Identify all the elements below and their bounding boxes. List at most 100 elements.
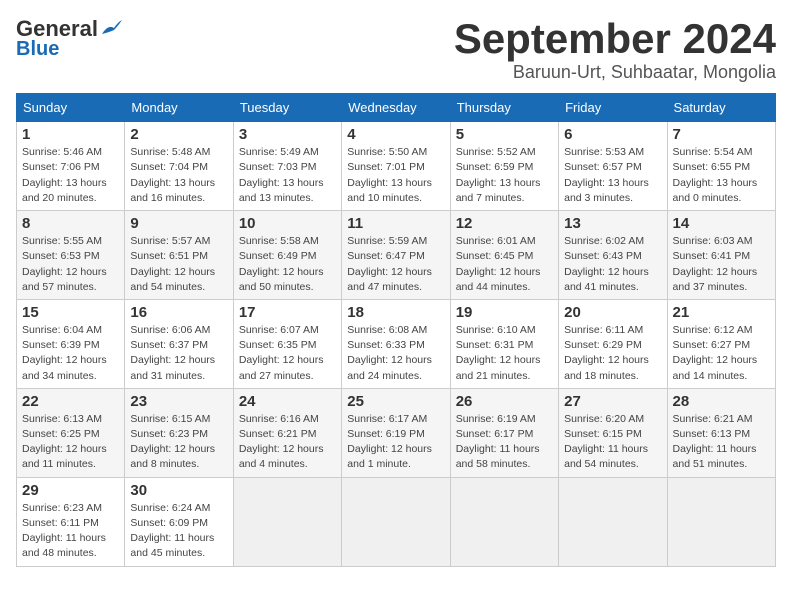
- day-detail: Sunrise: 5:58 AMSunset: 6:49 PMDaylight:…: [239, 234, 336, 295]
- day-number: 11: [347, 215, 444, 232]
- col-wednesday: Wednesday: [342, 94, 450, 122]
- day-detail: Sunrise: 6:11 AMSunset: 6:29 PMDaylight:…: [564, 323, 661, 384]
- day-detail: Sunrise: 6:04 AMSunset: 6:39 PMDaylight:…: [22, 323, 119, 384]
- day-detail: Sunrise: 6:24 AMSunset: 6:09 PMDaylight:…: [130, 501, 227, 562]
- day-number: 29: [22, 482, 119, 499]
- col-sunday: Sunday: [17, 94, 125, 122]
- calendar-cell: 1 Sunrise: 5:46 AMSunset: 7:06 PMDaylight…: [17, 122, 125, 211]
- calendar-cell: [233, 477, 341, 566]
- day-detail: Sunrise: 6:17 AMSunset: 6:19 PMDaylight:…: [347, 412, 444, 473]
- calendar-cell: 7 Sunrise: 5:54 AMSunset: 6:55 PMDaylight…: [667, 122, 775, 211]
- calendar-cell: 19 Sunrise: 6:10 AMSunset: 6:31 PMDayligh…: [450, 299, 558, 388]
- week-row-5: 29 Sunrise: 6:23 AMSunset: 6:11 PMDayligh…: [17, 477, 776, 566]
- logo-blue: Blue: [16, 38, 59, 61]
- day-number: 23: [130, 393, 227, 410]
- day-detail: Sunrise: 5:46 AMSunset: 7:06 PMDaylight:…: [22, 145, 119, 206]
- calendar-cell: 16 Sunrise: 6:06 AMSunset: 6:37 PMDayligh…: [125, 299, 233, 388]
- calendar-cell: 4 Sunrise: 5:50 AMSunset: 7:01 PMDaylight…: [342, 122, 450, 211]
- calendar-cell: 14 Sunrise: 6:03 AMSunset: 6:41 PMDayligh…: [667, 211, 775, 300]
- header-row: Sunday Monday Tuesday Wednesday Thursday…: [17, 94, 776, 122]
- day-number: 13: [564, 215, 661, 232]
- calendar-cell: 17 Sunrise: 6:07 AMSunset: 6:35 PMDayligh…: [233, 299, 341, 388]
- logo-bird-icon: [100, 20, 122, 38]
- day-detail: Sunrise: 6:01 AMSunset: 6:45 PMDaylight:…: [456, 234, 553, 295]
- day-detail: Sunrise: 5:52 AMSunset: 6:59 PMDaylight:…: [456, 145, 553, 206]
- day-number: 7: [673, 126, 770, 143]
- col-monday: Monday: [125, 94, 233, 122]
- week-row-3: 15 Sunrise: 6:04 AMSunset: 6:39 PMDayligh…: [17, 299, 776, 388]
- day-number: 24: [239, 393, 336, 410]
- col-tuesday: Tuesday: [233, 94, 341, 122]
- day-number: 9: [130, 215, 227, 232]
- calendar-cell: 20 Sunrise: 6:11 AMSunset: 6:29 PMDayligh…: [559, 299, 667, 388]
- day-detail: Sunrise: 6:02 AMSunset: 6:43 PMDaylight:…: [564, 234, 661, 295]
- calendar-cell: 9 Sunrise: 5:57 AMSunset: 6:51 PMDaylight…: [125, 211, 233, 300]
- page-header: General Blue September 2024 Baruun-Urt, …: [16, 16, 776, 83]
- day-number: 5: [456, 126, 553, 143]
- col-friday: Friday: [559, 94, 667, 122]
- day-number: 12: [456, 215, 553, 232]
- calendar-cell: 5 Sunrise: 5:52 AMSunset: 6:59 PMDaylight…: [450, 122, 558, 211]
- day-number: 15: [22, 304, 119, 321]
- week-row-1: 1 Sunrise: 5:46 AMSunset: 7:06 PMDaylight…: [17, 122, 776, 211]
- calendar-cell: 21Sunrise: 6:12 AMSunset: 6:27 PMDayligh…: [667, 299, 775, 388]
- day-detail: Sunrise: 6:03 AMSunset: 6:41 PMDaylight:…: [673, 234, 770, 295]
- day-number: 22: [22, 393, 119, 410]
- day-number: 4: [347, 126, 444, 143]
- day-number: 14: [673, 215, 770, 232]
- week-row-4: 22 Sunrise: 6:13 AMSunset: 6:25 PMDayligh…: [17, 388, 776, 477]
- calendar-cell: 23 Sunrise: 6:15 AMSunset: 6:23 PMDayligh…: [125, 388, 233, 477]
- day-detail: Sunrise: 6:08 AMSunset: 6:33 PMDaylight:…: [347, 323, 444, 384]
- calendar-cell: 24Sunrise: 6:16 AMSunset: 6:21 PMDayligh…: [233, 388, 341, 477]
- day-detail: Sunrise: 6:12 AMSunset: 6:27 PMDaylight:…: [673, 323, 770, 384]
- day-detail: Sunrise: 5:49 AMSunset: 7:03 PMDaylight:…: [239, 145, 336, 206]
- day-detail: Sunrise: 6:15 AMSunset: 6:23 PMDaylight:…: [130, 412, 227, 473]
- logo: General Blue: [16, 16, 122, 61]
- day-number: 16: [130, 304, 227, 321]
- calendar-cell: 11 Sunrise: 5:59 AMSunset: 6:47 PMDayligh…: [342, 211, 450, 300]
- calendar-cell: 12 Sunrise: 6:01 AMSunset: 6:45 PMDayligh…: [450, 211, 558, 300]
- calendar-cell: 6 Sunrise: 5:53 AMSunset: 6:57 PMDaylight…: [559, 122, 667, 211]
- calendar-cell: [559, 477, 667, 566]
- day-number: 20: [564, 304, 661, 321]
- day-detail: Sunrise: 5:53 AMSunset: 6:57 PMDaylight:…: [564, 145, 661, 206]
- day-number: 10: [239, 215, 336, 232]
- calendar-cell: 13 Sunrise: 6:02 AMSunset: 6:43 PMDayligh…: [559, 211, 667, 300]
- month-title: September 2024: [454, 16, 776, 62]
- day-number: 6: [564, 126, 661, 143]
- day-number: 1: [22, 126, 119, 143]
- col-saturday: Saturday: [667, 94, 775, 122]
- day-detail: Sunrise: 5:59 AMSunset: 6:47 PMDaylight:…: [347, 234, 444, 295]
- calendar-cell: 29 Sunrise: 6:23 AMSunset: 6:11 PMDayligh…: [17, 477, 125, 566]
- day-detail: Sunrise: 5:48 AMSunset: 7:04 PMDaylight:…: [130, 145, 227, 206]
- day-number: 8: [22, 215, 119, 232]
- day-detail: Sunrise: 6:13 AMSunset: 6:25 PMDaylight:…: [22, 412, 119, 473]
- calendar-cell: 8Sunrise: 5:55 AMSunset: 6:53 PMDaylight…: [17, 211, 125, 300]
- calendar-cell: 18 Sunrise: 6:08 AMSunset: 6:33 PMDayligh…: [342, 299, 450, 388]
- day-detail: Sunrise: 6:10 AMSunset: 6:31 PMDaylight:…: [456, 323, 553, 384]
- day-number: 17: [239, 304, 336, 321]
- day-number: 19: [456, 304, 553, 321]
- day-detail: Sunrise: 5:57 AMSunset: 6:51 PMDaylight:…: [130, 234, 227, 295]
- day-detail: Sunrise: 6:23 AMSunset: 6:11 PMDaylight:…: [22, 501, 119, 562]
- day-number: 30: [130, 482, 227, 499]
- week-row-2: 8Sunrise: 5:55 AMSunset: 6:53 PMDaylight…: [17, 211, 776, 300]
- calendar-cell: 22 Sunrise: 6:13 AMSunset: 6:25 PMDayligh…: [17, 388, 125, 477]
- day-number: 18: [347, 304, 444, 321]
- calendar-cell: 15 Sunrise: 6:04 AMSunset: 6:39 PMDayligh…: [17, 299, 125, 388]
- calendar-cell: 27Sunrise: 6:20 AMSunset: 6:15 PMDayligh…: [559, 388, 667, 477]
- calendar-cell: 3 Sunrise: 5:49 AMSunset: 7:03 PMDaylight…: [233, 122, 341, 211]
- day-detail: Sunrise: 6:07 AMSunset: 6:35 PMDaylight:…: [239, 323, 336, 384]
- day-detail: Sunrise: 6:06 AMSunset: 6:37 PMDaylight:…: [130, 323, 227, 384]
- day-number: 3: [239, 126, 336, 143]
- calendar-cell: 10 Sunrise: 5:58 AMSunset: 6:49 PMDayligh…: [233, 211, 341, 300]
- day-number: 2: [130, 126, 227, 143]
- day-number: 27: [564, 393, 661, 410]
- day-detail: Sunrise: 5:50 AMSunset: 7:01 PMDaylight:…: [347, 145, 444, 206]
- calendar-cell: [667, 477, 775, 566]
- day-number: 28: [673, 393, 770, 410]
- day-detail: Sunrise: 6:21 AMSunset: 6:13 PMDaylight:…: [673, 412, 770, 473]
- day-detail: Sunrise: 5:54 AMSunset: 6:55 PMDaylight:…: [673, 145, 770, 206]
- day-number: 25: [347, 393, 444, 410]
- day-detail: Sunrise: 6:19 AMSunset: 6:17 PMDaylight:…: [456, 412, 553, 473]
